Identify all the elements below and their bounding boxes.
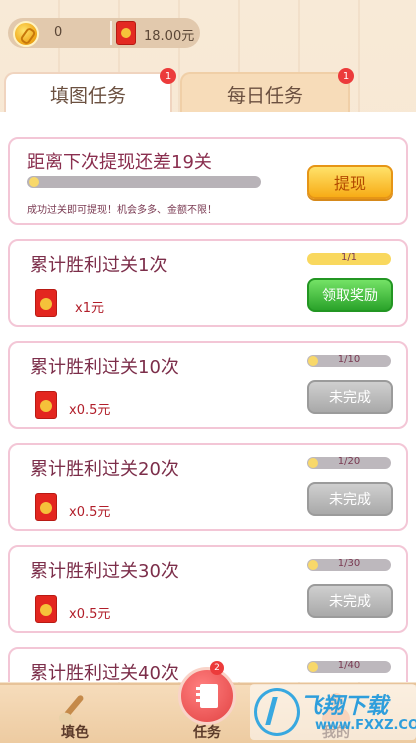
red-envelope-icon (35, 493, 57, 521)
progress-knob (29, 177, 39, 187)
nav-item-color[interactable]: 填色 (25, 685, 125, 743)
notebook-icon[interactable] (178, 667, 236, 725)
task-card: 累计胜利过关10次 x0.5元 1/10 未完成 (8, 341, 408, 429)
task-card: 累计胜利过关1次 x1元 1/1 领取奖励 (8, 239, 408, 327)
red-envelope-icon (35, 289, 57, 317)
coin-icon (13, 21, 39, 47)
task-reward: x1元 (75, 301, 104, 316)
red-envelope-icon (35, 595, 57, 623)
task-title: 累计胜利过关1次 (30, 255, 168, 276)
incomplete-button[interactable]: 未完成 (307, 482, 393, 516)
task-title: 累计胜利过关40次 (30, 663, 179, 682)
task-title: 累计胜利过关30次 (30, 561, 179, 582)
withdraw-progress-bar (27, 176, 261, 188)
watermark-title: 飞翔下载 (300, 694, 389, 719)
task-progress-bar: 1/20 (307, 456, 391, 469)
task-panel[interactable]: 距离下次提现还差19关 成功过关即可提现！机会多多、金额不限！ 提现 累计胜利过… (0, 112, 416, 682)
cash-balance: 18.00元 (144, 29, 195, 44)
tab-badge: 1 (160, 68, 176, 84)
task-progress-text: 1/40 (337, 660, 361, 671)
task-progress-bar: 1/10 (307, 354, 391, 367)
incomplete-button[interactable]: 未完成 (307, 380, 393, 414)
withdraw-hint: 成功过关即可提现！机会多多、金额不限！ (27, 205, 217, 216)
withdraw-button[interactable]: 提现 (307, 165, 393, 199)
claim-reward-button[interactable]: 领取奖励 (307, 278, 393, 312)
red-envelope-icon (35, 391, 57, 419)
withdraw-card: 距离下次提现还差19关 成功过关即可提现！机会多多、金额不限！ 提现 (8, 137, 408, 225)
task-reward: x0.5元 (69, 505, 111, 520)
withdraw-title: 距离下次提现还差19关 (27, 152, 212, 173)
task-progress-text: 1/10 (337, 354, 361, 365)
task-progress-text: 1/30 (337, 558, 361, 569)
red-envelope-icon (116, 21, 136, 45)
watermark-url: www.FXXZ.COM (315, 718, 416, 733)
task-card: 累计胜利过关30次 x0.5元 1/30 未完成 (8, 545, 408, 633)
nav-label-tasks: 任务 (193, 725, 221, 741)
task-card: 累计胜利过关20次 x0.5元 1/20 未完成 (8, 443, 408, 531)
task-reward: x0.5元 (69, 403, 111, 418)
task-progress-bar: 1/30 (307, 558, 391, 571)
tab-badge: 1 (338, 68, 354, 84)
tab-daily-tasks[interactable]: 每日任务 1 (180, 68, 354, 114)
tab-fill-tasks-label: 填图任务 (49, 84, 126, 107)
task-progress-text: 1/20 (337, 456, 361, 467)
nav-label-color: 填色 (61, 725, 89, 741)
watermark-logo-icon (254, 688, 300, 736)
notebook-shape (196, 684, 218, 708)
task-progress-bar: 1/1 (307, 252, 391, 265)
currency-divider (110, 21, 112, 45)
task-reward: x0.5元 (69, 607, 111, 622)
currency-bar: 0 18.00元 (8, 18, 200, 48)
tab-daily-tasks-label: 每日任务 (226, 84, 303, 107)
tab-fill-tasks[interactable]: 填图任务 1 (4, 68, 176, 114)
task-title: 累计胜利过关20次 (30, 459, 179, 480)
task-title: 累计胜利过关10次 (30, 357, 179, 378)
nav-badge-tasks: 2 (210, 661, 224, 675)
task-progress-text: 1/1 (340, 252, 358, 263)
task-progress-bar: 1/40 (307, 660, 391, 673)
coin-balance: 0 (54, 25, 63, 40)
incomplete-button[interactable]: 未完成 (307, 584, 393, 618)
